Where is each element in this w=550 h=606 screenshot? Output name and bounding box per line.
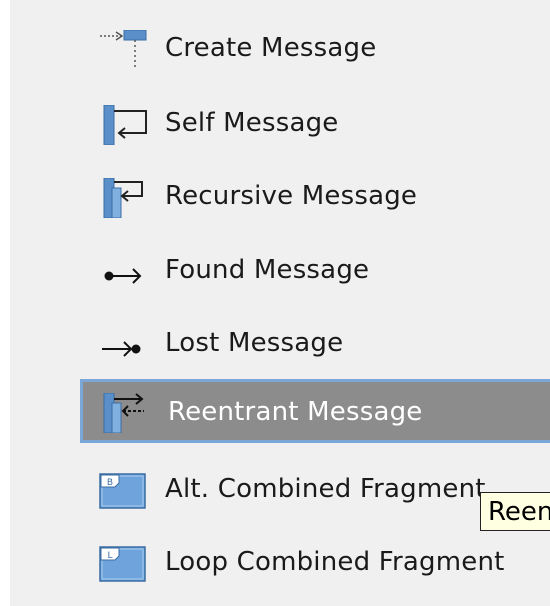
palette-item-found-message[interactable]: Found Message bbox=[80, 244, 550, 296]
palette-item-label: Reentrant Message bbox=[168, 397, 423, 427]
loop-combined-fragment-icon: L bbox=[90, 544, 150, 584]
palette-item-label: Lost Message bbox=[165, 328, 344, 358]
tooltip-text: Reentrant Message bbox=[488, 497, 550, 527]
palette-item-label: Create Message bbox=[165, 33, 377, 63]
svg-text:L: L bbox=[107, 551, 112, 561]
palette-item-label: Self Message bbox=[165, 108, 339, 138]
palette-item-loop-combined-fragment[interactable]: L Loop Combined Fragment bbox=[80, 536, 550, 588]
palette-left-margin bbox=[0, 0, 10, 606]
palette-item-label: Loop Combined Fragment bbox=[165, 547, 505, 577]
create-message-icon bbox=[90, 30, 150, 70]
palette-item-create-message[interactable]: Create Message bbox=[80, 22, 550, 74]
alt-combined-fragment-icon: B bbox=[90, 471, 150, 511]
palette-item-label: Found Message bbox=[165, 255, 370, 285]
palette-item-reentrant-message[interactable]: Reentrant Message bbox=[80, 379, 550, 443]
lost-message-icon bbox=[90, 325, 150, 365]
palette-item-recursive-message[interactable]: Recursive Message bbox=[80, 170, 550, 222]
palette-item-lost-message[interactable]: Lost Message bbox=[80, 317, 550, 369]
palette-item-label: Alt. Combined Fragment bbox=[165, 474, 486, 504]
tooltip: Reentrant Message bbox=[480, 492, 550, 531]
found-message-icon bbox=[90, 252, 150, 292]
svg-text:B: B bbox=[107, 478, 113, 488]
palette-item-label: Recursive Message bbox=[165, 181, 418, 211]
palette-item-self-message[interactable]: Self Message bbox=[80, 97, 550, 149]
toolbox-palette: Create Message Self Message Recursive Me… bbox=[0, 0, 550, 606]
self-message-icon bbox=[90, 105, 150, 145]
reentrant-message-icon bbox=[90, 393, 150, 433]
recursive-message-icon bbox=[90, 178, 150, 218]
